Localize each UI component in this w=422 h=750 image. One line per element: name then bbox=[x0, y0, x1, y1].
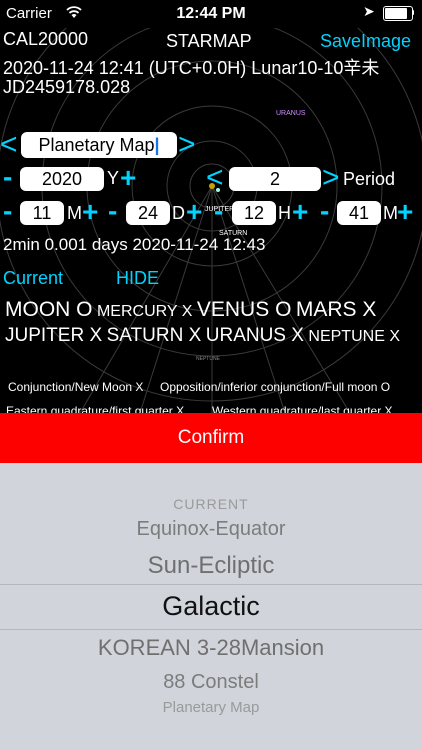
picker-option-equinox[interactable]: Equinox-Equator bbox=[0, 518, 422, 541]
year-plus-button[interactable]: + bbox=[120, 164, 136, 192]
battery-level bbox=[385, 8, 407, 19]
planet-toggle-neptune[interactable]: NEPTUNE X bbox=[308, 328, 400, 345]
day-plus-button[interactable]: + bbox=[186, 198, 202, 226]
step-line: 2min 0.001 days 2020-11-24 12:43 bbox=[3, 235, 266, 254]
day-unit: D bbox=[172, 203, 185, 223]
month-plus-button[interactable]: + bbox=[82, 198, 98, 226]
hour-minus-button[interactable]: - bbox=[214, 197, 223, 225]
year-field[interactable]: 2020 bbox=[20, 167, 104, 191]
year-unit: Y bbox=[107, 168, 120, 188]
picker-option-sun-ecliptic[interactable]: Sun-Ecliptic bbox=[0, 552, 422, 580]
hour-unit: H bbox=[278, 203, 291, 223]
battery-tip bbox=[412, 10, 414, 15]
picker-option-galactic[interactable]: Galactic bbox=[0, 591, 422, 622]
julian-day: JD2459178.028 bbox=[3, 77, 131, 97]
planet-toggle-venus[interactable]: VENUS O bbox=[197, 298, 292, 321]
planet-toggle-mars[interactable]: MARS X bbox=[296, 298, 377, 321]
planet-toggle-saturn[interactable]: SATURN X bbox=[107, 325, 202, 346]
picker-option-korean[interactable]: KOREAN 3-28Mansion bbox=[0, 635, 422, 661]
month-field[interactable]: 11 bbox=[20, 201, 64, 225]
planet-toggle-uranus[interactable]: URANUS X bbox=[206, 325, 304, 346]
event-toggle-conjunction[interactable]: Conjunction/New Moon X bbox=[8, 380, 143, 394]
picker-option-current[interactable]: CURRENT bbox=[0, 496, 422, 512]
map-mode-field[interactable]: Planetary Map| bbox=[21, 132, 177, 158]
save-image-button[interactable]: SaveImage bbox=[320, 31, 411, 52]
period-prev-arrow-icon[interactable]: < bbox=[206, 163, 224, 193]
event-toggle-opposition[interactable]: Opposition/inferior conjunction/Full moo… bbox=[160, 380, 390, 394]
confirm-button[interactable]: Confirm bbox=[0, 413, 422, 463]
planet-toggle-mercury[interactable]: MERCURY X bbox=[97, 303, 192, 320]
minute-plus-button[interactable]: + bbox=[397, 198, 413, 226]
period-next-arrow-icon[interactable]: > bbox=[322, 163, 340, 193]
picker-option-88-constel[interactable]: 88 Constel bbox=[0, 671, 422, 694]
year-minus-button[interactable]: - bbox=[3, 163, 12, 191]
uranus-map-label: URANUS bbox=[276, 110, 306, 117]
hour-field[interactable]: 12 bbox=[232, 201, 276, 225]
month-minus-button[interactable]: - bbox=[3, 197, 12, 225]
minute-field[interactable]: 41 bbox=[337, 201, 381, 225]
planet-row-1: MOON O MERCURY X VENUS O MARS X bbox=[5, 298, 376, 322]
map-mode-value: Planetary Map bbox=[38, 135, 155, 155]
day-field[interactable]: 24 bbox=[126, 201, 170, 225]
planet-toggle-moon[interactable]: MOON O bbox=[5, 298, 93, 321]
map-next-arrow-icon[interactable]: > bbox=[178, 130, 196, 160]
picker-option-planetary-map[interactable]: Planetary Map bbox=[0, 699, 422, 716]
hide-button[interactable]: HIDE bbox=[116, 268, 159, 289]
hour-plus-button[interactable]: + bbox=[292, 198, 308, 226]
status-bar: Carrier 12:44 PM ➤ bbox=[0, 0, 422, 28]
neptune-map-label: NEPTUNE bbox=[196, 356, 220, 362]
minute-unit: M bbox=[383, 203, 398, 223]
period-unit: Period bbox=[343, 169, 396, 189]
clock: 12:44 PM bbox=[176, 5, 246, 22]
map-prev-arrow-icon[interactable]: < bbox=[0, 130, 18, 160]
picker-selection-bottom-line bbox=[0, 629, 422, 630]
minute-minus-button[interactable]: - bbox=[320, 197, 329, 225]
current-button[interactable]: Current bbox=[3, 268, 63, 289]
app-id: CAL20000 bbox=[3, 29, 89, 49]
page-title: STARMAP bbox=[166, 31, 252, 51]
location-arrow-icon: ➤ bbox=[363, 3, 375, 19]
day-minus-button[interactable]: - bbox=[108, 197, 117, 225]
picker-selection-top-line bbox=[0, 584, 422, 585]
planet-toggle-jupiter[interactable]: JUPITER X bbox=[5, 325, 102, 346]
period-field[interactable]: 2 bbox=[229, 167, 321, 191]
month-unit: M bbox=[67, 203, 82, 223]
planet-row-2: JUPITER X SATURN X URANUS X NEPTUNE X bbox=[5, 325, 400, 347]
view-mode-picker[interactable]: CURRENT Equinox-Equator Sun-Ecliptic Gal… bbox=[0, 463, 422, 750]
